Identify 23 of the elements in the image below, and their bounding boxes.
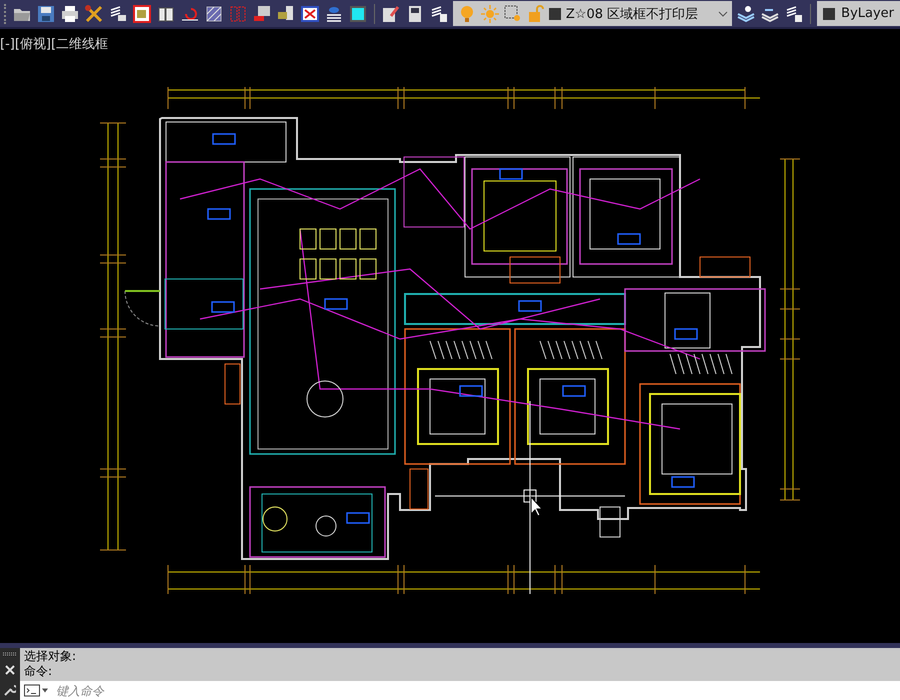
viewport-sun-icon[interactable]	[502, 4, 523, 24]
pointer-icon	[530, 496, 544, 517]
command-history-line: 选择对象:	[24, 649, 78, 664]
viewport-label[interactable]: [-][俯视][二维线框	[0, 35, 108, 53]
terminal-icon[interactable]	[20, 681, 52, 700]
save-icon[interactable]	[36, 4, 56, 24]
pencil-icon[interactable]	[380, 4, 401, 24]
hatch-icon[interactable]	[204, 4, 224, 24]
tools-icon[interactable]	[84, 4, 104, 24]
command-input-field[interactable]: 键入命令	[52, 681, 900, 700]
caret-icon	[718, 10, 728, 16]
layer-sheet-icon[interactable]	[784, 4, 804, 24]
stacked-layers-icon[interactable]	[736, 4, 756, 24]
command-history-line: 命令:	[24, 664, 54, 679]
grip-icon[interactable]	[3, 652, 17, 656]
layer-color-swatch	[548, 8, 561, 20]
window-icon[interactable]	[132, 4, 152, 24]
wrench-icon[interactable]	[4, 684, 16, 696]
cross-box-icon[interactable]	[300, 4, 320, 24]
printer-icon[interactable]	[60, 4, 80, 24]
close-icon[interactable]	[5, 664, 15, 675]
display-square-icon[interactable]	[348, 4, 368, 24]
color-dropdown[interactable]: ByLayer	[817, 1, 900, 26]
